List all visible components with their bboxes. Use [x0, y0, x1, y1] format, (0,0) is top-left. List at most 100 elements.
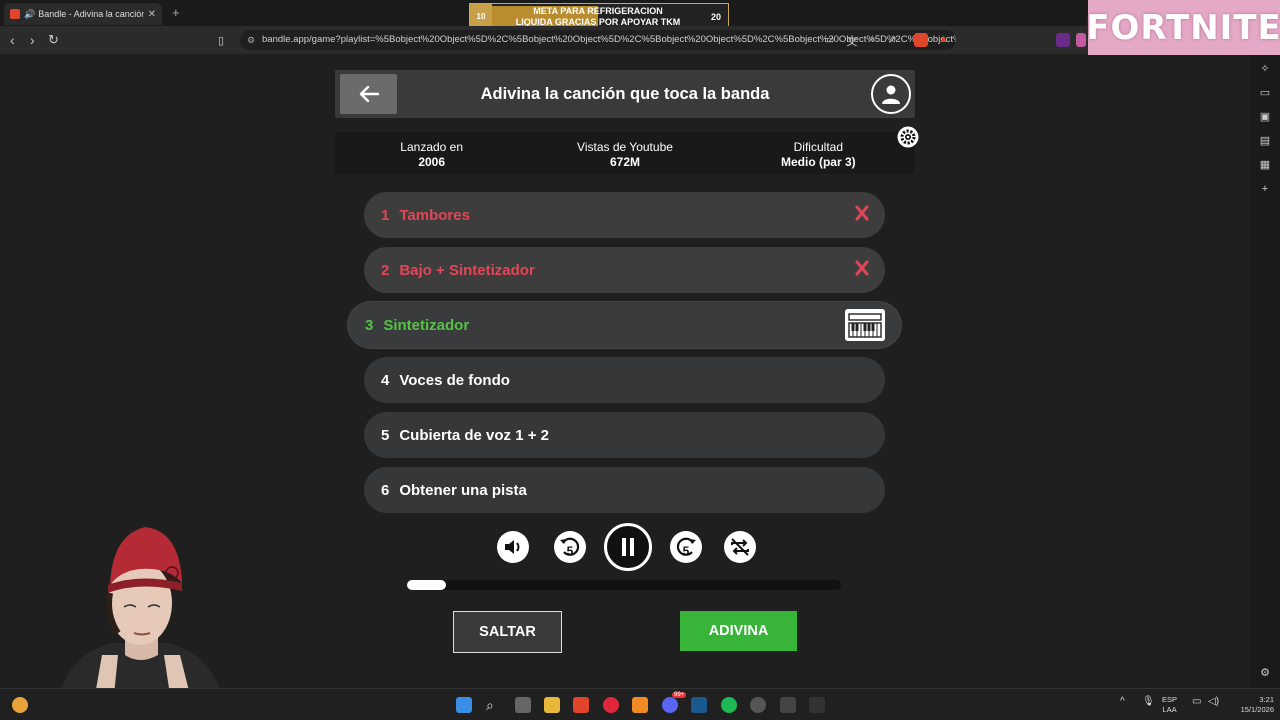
user-icon — [882, 85, 900, 104]
back-button[interactable] — [340, 74, 397, 114]
track-number: 4 — [381, 371, 390, 389]
clock-time: 3:21 — [1259, 695, 1274, 704]
tray-chevron-icon[interactable]: ^ — [1120, 697, 1125, 707]
streamer-avatar — [60, 527, 222, 695]
extension-2-icon[interactable] — [1076, 33, 1086, 47]
search-icon[interactable]: ⌕ — [486, 697, 502, 713]
pause-button[interactable] — [604, 523, 652, 571]
loop-off-button[interactable] — [724, 531, 756, 563]
cast-icon[interactable]: ▭ — [824, 33, 834, 49]
obs-icon[interactable] — [750, 697, 766, 713]
steam-icon[interactable] — [691, 697, 707, 713]
address-bar: ‹ › ↻ ▯ ⚙ bandle.app/game?playlist=%5Bob… — [0, 26, 1088, 54]
panel-settings-icon[interactable]: ⚙ — [1259, 667, 1271, 679]
share-icon[interactable]: ↗ — [888, 33, 897, 49]
track-number: 6 — [381, 481, 390, 499]
speaker-icon[interactable]: 🔊 — [24, 9, 35, 20]
network-icon[interactable]: ▭ — [1192, 697, 1201, 707]
forward-nav-icon[interactable]: › — [30, 32, 35, 48]
spotify-icon[interactable] — [721, 697, 737, 713]
add-panel-icon[interactable]: + — [1259, 183, 1271, 195]
zoom-icon[interactable]: ⌕ — [869, 33, 875, 49]
brave-browser-icon[interactable] — [573, 697, 589, 713]
skip-button[interactable]: SALTAR — [453, 611, 562, 653]
lang-bottom: LAA — [1162, 705, 1177, 714]
track-number: 1 — [381, 206, 390, 224]
stat-label: Dificultad — [793, 140, 843, 154]
goal-end-number: 20 — [710, 11, 721, 22]
track-label: Bajo + Sintetizador — [399, 261, 535, 279]
progress-fill — [407, 580, 446, 590]
forward-seconds: 5 — [682, 544, 690, 558]
bandle-favicon-icon — [10, 9, 20, 19]
leo-ai-icon[interactable]: ✧ — [1259, 63, 1271, 75]
history-icon[interactable]: ▦ — [1259, 159, 1271, 171]
stat-value: 2006 — [418, 155, 446, 169]
discord-icon[interactable] — [662, 697, 678, 713]
stat-release: Lanzado en 2006 — [335, 132, 528, 174]
site-info-icon[interactable]: ⚙ — [247, 30, 255, 50]
brave-rewards-icon[interactable]: ▲ — [938, 33, 952, 47]
track-number: 5 — [381, 426, 390, 444]
forward-button[interactable]: 5 — [670, 531, 702, 563]
browser-tab[interactable]: 🔊 Bandle - Adivina la canción, u ✕ — [4, 3, 162, 25]
extension-icon[interactable] — [1056, 33, 1070, 47]
track-label: Voces de fondo — [399, 371, 510, 389]
guess-button[interactable]: ADIVINA — [680, 611, 797, 651]
stat-value: Medio (par 3) — [780, 155, 856, 169]
valorant-icon[interactable] — [780, 697, 796, 713]
repeat-off-icon — [731, 538, 749, 556]
wallet-icon[interactable]: ▣ — [1259, 111, 1271, 123]
app-icon[interactable] — [632, 697, 648, 713]
clock[interactable]: 3:21 15/1/2026 — [1228, 695, 1274, 715]
track-label: Tambores — [399, 206, 470, 224]
reading-list-icon[interactable]: ▭ — [1259, 87, 1271, 99]
rewind-button[interactable]: 5 — [554, 531, 586, 563]
close-tab-icon[interactable]: ✕ — [148, 9, 156, 20]
browser-side-panel: ✧ ▭ ▣ ▤ ▦ + ⚙ — [1250, 55, 1280, 688]
pause-icon — [622, 538, 634, 556]
epic-games-icon[interactable] — [809, 697, 825, 713]
volume-button[interactable] — [497, 531, 529, 563]
fortnite-overlay-logo: FORTNITE — [1086, 0, 1280, 55]
goal-text: META PARA REFRIGERACION LIQUIDA GRACIAS … — [492, 5, 704, 28]
media-player-icon[interactable] — [603, 697, 619, 713]
stat-difficulty: Dificultad Medio (par 3) — [722, 132, 915, 174]
file-explorer-icon[interactable] — [544, 697, 560, 713]
failed-x-icon — [855, 205, 869, 221]
gear-icon[interactable] — [897, 126, 919, 148]
start-icon[interactable] — [456, 697, 472, 713]
rewind-seconds: 5 — [566, 544, 574, 558]
stat-views: Vistas de Youtube 672M — [528, 132, 721, 174]
track-row-1: 1 Tambores — [364, 192, 885, 238]
weather-icon[interactable] — [12, 697, 28, 713]
track-row-4: 4 Voces de fondo — [364, 357, 885, 403]
clock-date: 15/1/2026 — [1240, 705, 1274, 714]
track-number: 3 — [365, 316, 374, 334]
profile-button[interactable] — [871, 74, 911, 114]
goal-line-1: META PARA REFRIGERACION — [533, 5, 663, 16]
new-tab-icon[interactable]: + — [172, 5, 180, 20]
song-stats: Lanzado en 2006 Vistas de Youtube 672M D… — [335, 132, 915, 174]
track-row-3[interactable]: 3 Sintetizador — [348, 302, 901, 348]
discord-badge: 99+ — [672, 692, 687, 698]
reload-icon[interactable]: ↻ — [48, 32, 59, 48]
task-view-icon[interactable] — [515, 697, 531, 713]
volume-tray-icon[interactable]: ◁) — [1208, 697, 1219, 707]
back-nav-icon[interactable]: ‹ — [10, 32, 15, 48]
bookmark-icon[interactable]: ▯ — [218, 34, 224, 47]
track-number: 2 — [381, 261, 390, 279]
translate-icon[interactable]: 文 — [846, 33, 857, 49]
language-indicator[interactable]: ESP LAA — [1162, 695, 1177, 715]
arrow-left-icon — [359, 86, 379, 102]
windows-taskbar: ⌕ 99+ ^ 🎙 ESP LAA ▭ ◁) 3:21 15/1/2026 — [0, 688, 1280, 720]
microphone-icon[interactable]: 🎙 — [1142, 697, 1155, 707]
brave-shields-icon[interactable] — [914, 33, 928, 47]
stat-label: Lanzado en — [400, 140, 464, 154]
volume-icon — [505, 540, 520, 554]
bookmarks-panel-icon[interactable]: ▤ — [1259, 135, 1271, 147]
lang-top: ESP — [1162, 695, 1178, 704]
track-row-6[interactable]: 6 Obtener una pista — [364, 467, 885, 513]
song-progress-bar[interactable] — [407, 580, 841, 590]
track-label: Obtener una pista — [399, 481, 527, 499]
